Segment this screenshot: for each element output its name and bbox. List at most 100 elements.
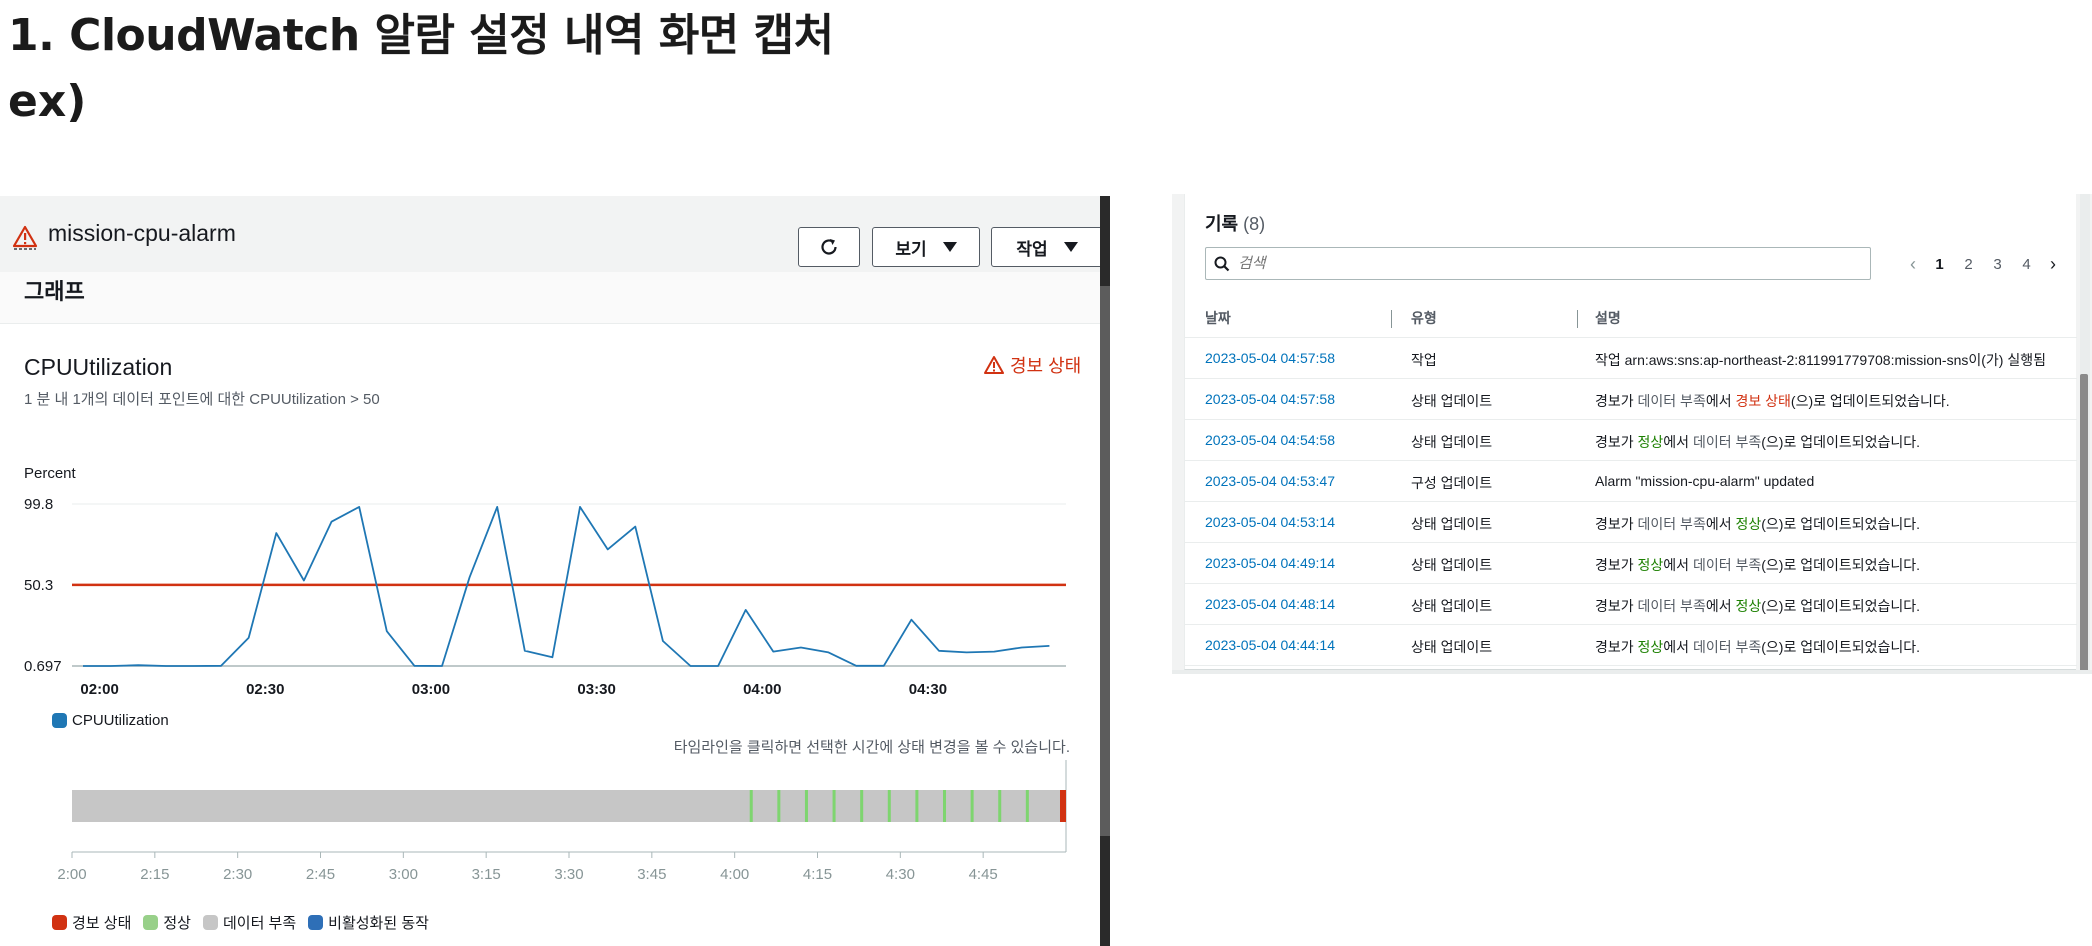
legend-item: 정상 [143, 912, 191, 933]
column-header-type[interactable]: 유형 [1411, 308, 1437, 328]
column-divider[interactable] [1391, 310, 1392, 328]
legend-label: 비활성화된 동작 [328, 915, 429, 932]
table-row: 2023-05-04 04:53:47 구성 업데이트 Alarm "mission… [1185, 461, 2077, 502]
description-segment: 데이터 부족 [1637, 393, 1706, 409]
row-date-link[interactable]: 2023-05-04 04:49:14 [1205, 555, 1335, 571]
panel-bottom-border [1172, 670, 2092, 674]
alarm-name: mission-cpu-alarm [48, 220, 236, 246]
history-table-header: 날짜 유형 설명 [1185, 298, 2077, 338]
table-row: 2023-05-04 04:53:14 상태 업데이트 경보가 데이터 부족에서 정… [1185, 502, 2077, 543]
page-number[interactable]: 3 [1983, 256, 2012, 273]
description-segment: 데이터 부족 [1692, 434, 1762, 450]
row-date-link[interactable]: 2023-05-04 04:57:58 [1205, 350, 1335, 366]
description-segment: 에서 [1663, 557, 1693, 573]
description-segment: 정상 [1735, 598, 1762, 614]
x-tick-label: 04:00 [743, 681, 781, 698]
legend-item: 비활성화된 동작 [308, 912, 429, 933]
y-tick-label: 0.697 [24, 658, 62, 675]
legend-label: CPUUtilization [72, 712, 169, 729]
row-description: 경보가 데이터 부족에서 정상(으)로 업데이트되었습니다. [1595, 514, 1920, 534]
alarm-header: mission-cpu-alarm 보기 작업 [0, 196, 1103, 272]
ok-state-mark [943, 790, 947, 822]
description-segment: 경보가 [1595, 557, 1638, 573]
warning-icon [984, 356, 1004, 374]
ok-state-mark [915, 790, 919, 822]
ok-state-mark [1025, 790, 1029, 822]
scrollbar-thumb[interactable] [2080, 374, 2088, 672]
chevron-left-icon[interactable]: ‹ [1901, 254, 1925, 275]
description-segment: (으)로 업데이트되었습니다. [1790, 393, 1950, 409]
document-title: 1. CloudWatch 알람 설정 내역 화면 캡처 [8, 10, 834, 61]
description-segment: (으)로 업데이트되었습니다. [1761, 598, 1921, 614]
row-description: 경보가 데이터 부족에서 경보 상태(으)로 업데이트되었습니다. [1595, 391, 1950, 411]
column-divider[interactable] [1577, 310, 1578, 328]
description-segment: (으)로 업데이트되었습니다. [1761, 639, 1921, 655]
legend-item: 경보 상태 [52, 912, 131, 933]
action-dropdown-button[interactable]: 작업 [991, 227, 1103, 267]
refresh-button[interactable] [798, 227, 860, 267]
timeline-tick-label: 2:30 [223, 866, 252, 883]
graph-section-header: 그래프 [0, 272, 1100, 324]
row-type: 상태 업데이트 [1411, 434, 1493, 450]
graph-section-title: 그래프 [24, 280, 85, 305]
y-tick-label: 99.8 [24, 496, 53, 513]
row-type: 상태 업데이트 [1411, 598, 1493, 614]
page-number[interactable]: 2 [1954, 256, 1983, 273]
row-date-link[interactable]: 2023-05-04 04:53:14 [1205, 514, 1335, 530]
row-date-link[interactable]: 2023-05-04 04:48:14 [1205, 596, 1335, 612]
ok-state-mark [887, 790, 891, 822]
history-panel: 기록 (8) ‹1234› 날짜 유형 설명 2023-05-04 04:57:… [1172, 194, 2092, 674]
description-segment: 경보가 [1595, 434, 1638, 450]
state-timeline[interactable]: 2:00 2:15 2:30 2:45 3:00 3:15 3:30 3:45 4:00 4:15… [0, 756, 1090, 906]
description-segment: (으)로 업데이트되었습니다. [1761, 557, 1921, 573]
row-description: Alarm "mission-cpu-alarm" updated [1595, 473, 1814, 489]
timeline-tick-label: 2:00 [57, 866, 86, 883]
row-date-link[interactable]: 2023-05-04 04:54:58 [1205, 432, 1335, 448]
view-dropdown-button[interactable]: 보기 [872, 227, 980, 267]
row-date-link[interactable]: 2023-05-04 04:53:47 [1205, 473, 1335, 489]
description-segment: 데이터 부족 [1692, 639, 1762, 655]
alarm-state-badge: 경보 상태 [984, 352, 1081, 378]
description-segment: 에서 [1705, 393, 1736, 409]
timeline-tick-label: 4:45 [969, 866, 998, 883]
column-header-date[interactable]: 날짜 [1205, 308, 1231, 328]
scrollbar-thumb[interactable] [1100, 286, 1110, 836]
x-tick-label: 03:30 [577, 681, 615, 698]
legend-swatch [52, 713, 67, 728]
description-segment: 정상 [1637, 434, 1664, 450]
description-segment: 데이터 부족 [1637, 516, 1706, 532]
description-segment: (으)로 업데이트되었습니다. [1761, 434, 1921, 450]
row-type: 상태 업데이트 [1411, 393, 1493, 409]
description-segment: 경보 상태 [1735, 393, 1791, 409]
y-tick-label: 50.3 [24, 577, 53, 594]
view-button-label: 보기 [895, 239, 927, 259]
timeline-tick-label: 3:15 [472, 866, 501, 883]
timeline-tick-label: 4:15 [803, 866, 832, 883]
history-search[interactable] [1205, 247, 1871, 280]
table-row: 2023-05-04 04:44:14 상태 업데이트 경보가 정상에서 데이터 부… [1185, 625, 2077, 666]
column-header-description[interactable]: 설명 [1595, 308, 1621, 328]
row-date-link[interactable]: 2023-05-04 04:44:14 [1205, 637, 1335, 653]
caret-down-icon [942, 242, 957, 252]
legend-label: 정상 [163, 915, 191, 932]
alarm-state-label: 경보 상태 [1010, 356, 1082, 376]
description-segment: 데이터 부족 [1637, 598, 1706, 614]
y-axis-label: Percent [24, 465, 77, 482]
row-description: 경보가 정상에서 데이터 부족(으)로 업데이트되었습니다. [1595, 432, 1920, 452]
history-container: 기록 (8) ‹1234› 날짜 유형 설명 2023-05-04 04:57:… [1184, 194, 2077, 670]
table-row: 2023-05-04 04:54:58 상태 업데이트 경보가 정상에서 데이터 부… [1185, 420, 2077, 461]
row-date-link[interactable]: 2023-05-04 04:57:58 [1205, 391, 1335, 407]
timeline-tick-label: 2:45 [306, 866, 335, 883]
x-tick-label: 02:00 [80, 681, 118, 698]
x-tick-label: 02:30 [246, 681, 284, 698]
page-number[interactable]: 4 [2012, 256, 2041, 273]
description-segment: 에서 [1705, 598, 1736, 614]
description-segment: 정상 [1637, 557, 1664, 573]
chevron-right-icon[interactable]: › [2041, 254, 2065, 275]
page-number[interactable]: 1 [1925, 256, 1954, 273]
search-icon [1214, 256, 1230, 271]
description-segment: 경보가 [1595, 393, 1638, 409]
search-input[interactable] [1238, 255, 1838, 272]
legend-label: 데이터 부족 [222, 915, 297, 932]
pagination: ‹ 1 2 3 4 › [1901, 250, 2065, 278]
